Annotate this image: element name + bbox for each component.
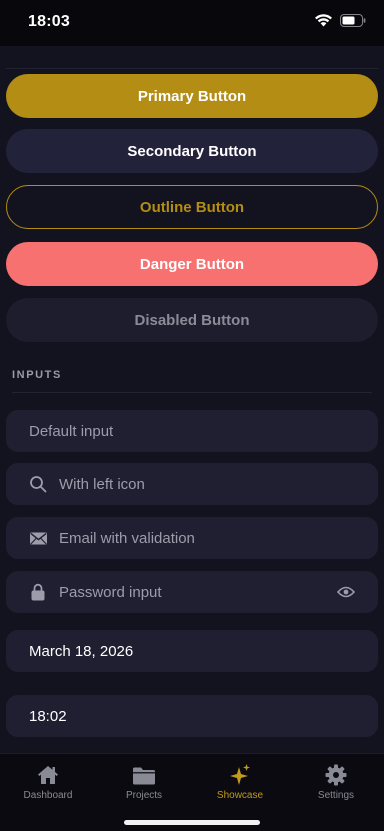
lock-icon [29, 583, 47, 601]
tab-dashboard[interactable]: Dashboard [0, 762, 96, 801]
wifi-icon [315, 14, 332, 32]
home-icon [37, 762, 59, 788]
battery-icon [340, 14, 366, 32]
tab-projects[interactable]: Projects [96, 762, 192, 801]
mail-icon [29, 529, 47, 547]
search-input[interactable]: With left icon [6, 463, 378, 505]
date-picker-field[interactable]: March 18, 2026 [6, 630, 378, 672]
time-picker-field[interactable]: 18:02 [6, 695, 378, 737]
danger-button[interactable]: Danger Button [6, 242, 378, 286]
date-value: March 18, 2026 [29, 642, 134, 660]
status-bar: 18:03 [0, 0, 384, 46]
gear-icon [325, 762, 347, 788]
default-input-placeholder: Default input [29, 422, 114, 440]
time-value: 18:02 [29, 707, 67, 725]
default-input[interactable]: Default input [6, 410, 378, 452]
search-input-placeholder: With left icon [59, 475, 145, 493]
folder-icon [132, 762, 156, 788]
outline-button[interactable]: Outline Button [6, 185, 378, 229]
sparkles-icon [229, 762, 251, 788]
tab-showcase[interactable]: Showcase [192, 762, 288, 801]
status-time: 18:03 [28, 13, 70, 30]
section-divider [12, 392, 372, 393]
divider [6, 68, 378, 69]
inputs-section-title: INPUTS [12, 369, 62, 381]
primary-button[interactable]: Primary Button [6, 74, 378, 118]
tab-projects-label: Projects [125, 790, 163, 801]
secondary-button[interactable]: Secondary Button [6, 129, 378, 173]
password-field[interactable]: Password input [6, 571, 378, 613]
tab-settings-label: Settings [317, 790, 355, 801]
eye-icon[interactable] [336, 583, 356, 601]
tab-settings[interactable]: Settings [288, 762, 384, 801]
email-field-placeholder: Email with validation [59, 529, 195, 547]
home-indicator [124, 820, 260, 825]
email-field[interactable]: Email with validation [6, 517, 378, 559]
search-icon [29, 475, 47, 493]
disabled-button: Disabled Button [6, 298, 378, 342]
tab-dashboard-label: Dashboard [23, 790, 73, 801]
status-icons [315, 14, 366, 32]
showcase-content[interactable]: Primary Button Secondary Button Outline … [0, 46, 384, 753]
tab-showcase-label: Showcase [216, 790, 264, 801]
password-field-placeholder: Password input [59, 583, 162, 601]
tab-bar: Dashboard Projects Showcase Settings [0, 753, 384, 831]
